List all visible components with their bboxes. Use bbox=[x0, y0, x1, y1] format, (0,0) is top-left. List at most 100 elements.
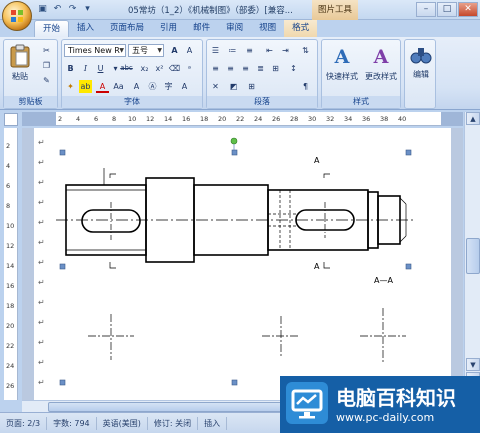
tab-references[interactable]: 引用 bbox=[152, 20, 185, 37]
tab-selector[interactable] bbox=[4, 113, 18, 126]
font-color-icon[interactable]: A bbox=[96, 80, 109, 93]
insert-mode-indicator[interactable]: 插入 bbox=[198, 416, 228, 430]
minimize-button[interactable]: – bbox=[416, 2, 436, 17]
maximize-button[interactable]: □ bbox=[437, 2, 457, 17]
character-scaling-icon[interactable]: A bbox=[178, 80, 191, 93]
tab-page-layout[interactable]: 页面布局 bbox=[102, 20, 152, 37]
quick-styles-button[interactable]: A 快速样式 bbox=[323, 42, 361, 94]
rotate-handle[interactable] bbox=[230, 137, 238, 145]
title-bar: ▣ ↶ ↷ ▾ 05常坊（1_2）《机械制图》（部委）[兼容... 图片工具 –… bbox=[0, 0, 480, 20]
ruler-tick: 4 bbox=[6, 162, 11, 170]
quick-styles-icon: A bbox=[334, 46, 350, 68]
page-indicator[interactable]: 页面: 2/3 bbox=[0, 416, 48, 430]
editing-button[interactable]: 编辑 bbox=[406, 42, 436, 94]
office-button[interactable] bbox=[2, 1, 32, 31]
shading-icon[interactable]: ◩ bbox=[227, 80, 240, 93]
borders-icon[interactable]: ⊞ bbox=[245, 80, 258, 93]
ruler-margin-right bbox=[441, 112, 463, 126]
ruler-tick: 12 bbox=[6, 242, 15, 250]
ruler-tick: 20 bbox=[6, 322, 15, 330]
shaft-drawing[interactable] bbox=[34, 128, 451, 400]
copy-icon[interactable]: ❐ bbox=[40, 59, 53, 72]
show-marks-icon[interactable]: ¶ bbox=[299, 80, 312, 93]
ruler-tick: 20 bbox=[218, 115, 227, 123]
text-effects-icon[interactable]: ✦ bbox=[64, 80, 77, 93]
paste-button[interactable]: 粘贴 bbox=[6, 42, 34, 86]
tab-review[interactable]: 审阅 bbox=[218, 20, 251, 37]
grow-font-icon[interactable]: A bbox=[168, 44, 181, 57]
character-border-icon[interactable]: Ⓐ bbox=[146, 80, 159, 93]
change-case-icon[interactable]: Aa bbox=[112, 80, 125, 93]
subscript-icon[interactable]: x₂ bbox=[138, 62, 151, 75]
decrease-indent-icon[interactable]: ⇤ bbox=[263, 44, 276, 57]
line-spacing-icon[interactable]: ↕ bbox=[287, 62, 300, 75]
change-styles-button[interactable]: A 更改样式 bbox=[362, 42, 400, 94]
binoculars-icon bbox=[410, 48, 432, 64]
cut-icon[interactable]: ✂ bbox=[40, 44, 53, 57]
strikethrough-icon[interactable]: abc bbox=[120, 62, 133, 75]
ruler-tick: 2 bbox=[58, 115, 63, 123]
ruler-tick: 38 bbox=[380, 115, 389, 123]
scroll-up-button[interactable]: ▲ bbox=[466, 112, 480, 125]
align-right-icon[interactable]: ≡ bbox=[239, 62, 252, 75]
language-indicator[interactable]: 英语(美国) bbox=[97, 416, 148, 430]
ruler-tick: 26 bbox=[6, 382, 15, 390]
document-page[interactable]: ↵ ↵ ↵ ↵ ↵ ↵ ↵ ↵ ↵ ↵ ↵ ↵ ↵ A A A—A bbox=[34, 128, 451, 400]
tab-format[interactable]: 格式 bbox=[284, 20, 318, 37]
increase-indent-icon[interactable]: ⇥ bbox=[279, 44, 292, 57]
sort-icon[interactable]: ⇅ bbox=[299, 44, 312, 57]
watermark-url: www.pc-daily.com bbox=[336, 411, 435, 424]
underline-icon[interactable]: U bbox=[94, 62, 107, 75]
justify-icon[interactable]: ≣ bbox=[254, 62, 267, 75]
word-count[interactable]: 字数: 794 bbox=[47, 416, 97, 430]
superscript-icon[interactable]: x² bbox=[153, 62, 166, 75]
distributed-icon[interactable]: ⊞ bbox=[269, 62, 282, 75]
font-group-label: 字体 bbox=[62, 96, 202, 108]
chinese-layout-icon[interactable]: ✕ bbox=[209, 80, 222, 93]
enclosed-character-icon[interactable]: 字 bbox=[162, 80, 175, 93]
clear-format-icon[interactable]: ⌫ bbox=[168, 62, 181, 75]
close-button[interactable]: ✕ bbox=[458, 2, 478, 17]
scroll-down-button[interactable]: ▼ bbox=[466, 358, 480, 371]
tab-mailings[interactable]: 邮件 bbox=[185, 20, 218, 37]
font-size-dropdown[interactable]: 五号 ▼ bbox=[128, 44, 164, 57]
ruler-tick: 16 bbox=[6, 282, 15, 290]
character-shading-icon[interactable]: A bbox=[130, 80, 143, 93]
tab-view[interactable]: 视图 bbox=[251, 20, 284, 37]
font-name-dropdown[interactable]: Times New R ▼ bbox=[64, 44, 126, 57]
ribbon-tabs: 开始 插入 页面布局 引用 邮件 审阅 视图 格式 bbox=[34, 20, 318, 37]
italic-icon[interactable]: I bbox=[79, 62, 92, 75]
horizontal-ruler[interactable]: 2 4 6 8 10 12 14 16 18 20 22 24 26 28 30… bbox=[22, 112, 463, 126]
format-painter-icon[interactable]: ✎ bbox=[40, 74, 53, 87]
ruler-tick: 28 bbox=[290, 115, 299, 123]
vertical-ruler[interactable]: 2 4 6 8 10 12 14 16 18 20 22 24 26 bbox=[4, 128, 18, 400]
phonetic-guide-icon[interactable]: ᵃ bbox=[183, 62, 196, 75]
ruler-tick: 18 bbox=[200, 115, 209, 123]
styles-group: A 快速样式 A 更改样式 样式 bbox=[321, 39, 401, 109]
align-left-icon[interactable]: ≡ bbox=[209, 62, 222, 75]
ribbon: 粘贴 ✂ ❐ ✎ 剪贴板 Times New R ▼ 五号 ▼ A A B I … bbox=[0, 37, 480, 110]
edit-label: 编辑 bbox=[413, 70, 429, 79]
shrink-font-icon[interactable]: A bbox=[183, 44, 196, 57]
bold-icon[interactable]: B bbox=[64, 62, 77, 75]
numbering-icon[interactable]: ≔ bbox=[226, 44, 239, 57]
qat-customize-icon[interactable]: ▾ bbox=[81, 3, 94, 16]
ruler-tick: 18 bbox=[6, 302, 15, 310]
section-label-bottom: A bbox=[314, 262, 320, 271]
track-changes-indicator[interactable]: 修订: 关闭 bbox=[148, 416, 199, 430]
paste-label: 粘贴 bbox=[12, 72, 28, 81]
save-icon[interactable]: ▣ bbox=[36, 3, 49, 16]
undo-icon[interactable]: ↶ bbox=[51, 3, 64, 16]
bullets-icon[interactable]: ☰ bbox=[209, 44, 222, 57]
tab-insert[interactable]: 插入 bbox=[69, 20, 102, 37]
redo-icon[interactable]: ↷ bbox=[66, 3, 79, 16]
watermark-name: 电脑百科知识 bbox=[336, 386, 456, 410]
multilevel-list-icon[interactable]: ≡ bbox=[243, 44, 256, 57]
align-center-icon[interactable]: ≡ bbox=[224, 62, 237, 75]
ruler-tick: 8 bbox=[112, 115, 117, 123]
highlight-icon[interactable]: ab bbox=[79, 80, 92, 93]
vertical-scrollbar[interactable]: ▲ ▼ ▲ ▼ bbox=[464, 112, 480, 400]
ruler-tick: 10 bbox=[6, 222, 15, 230]
scroll-thumb[interactable] bbox=[466, 238, 480, 274]
tab-home[interactable]: 开始 bbox=[34, 20, 70, 37]
